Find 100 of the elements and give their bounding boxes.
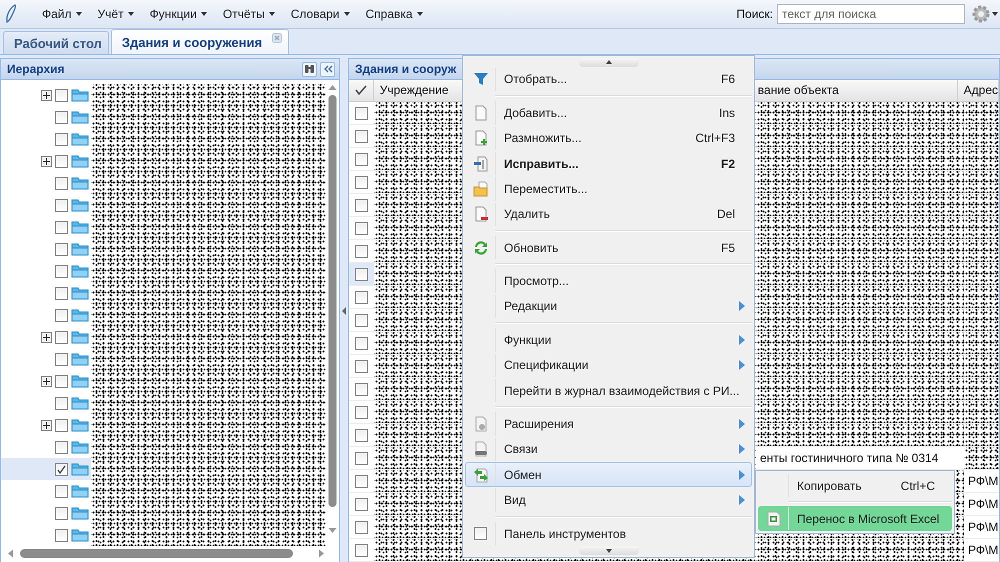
checkbox[interactable] bbox=[355, 498, 368, 510]
menu-item[interactable]: Перейти в журнал взаимодействия с РИ... bbox=[465, 378, 752, 404]
caret-icon bbox=[76, 12, 82, 16]
folder-icon bbox=[71, 506, 89, 520]
checkbox[interactable] bbox=[355, 106, 368, 120]
expand-icon[interactable] bbox=[41, 420, 52, 430]
menu-item[interactable]: Обмен bbox=[465, 462, 752, 488]
menu-item[interactable]: Перенос в Microsoft Excel bbox=[758, 506, 952, 531]
checkbox[interactable] bbox=[355, 130, 368, 142]
menu-item[interactable]: Добавить... Ins bbox=[465, 100, 752, 126]
checkbox[interactable] bbox=[355, 474, 368, 488]
checkbox[interactable] bbox=[55, 352, 68, 366]
menu-item[interactable]: Обновить F5 bbox=[465, 235, 752, 260]
binoculars-button[interactable] bbox=[302, 62, 317, 76]
checkbox[interactable] bbox=[355, 520, 368, 534]
menu-item[interactable]: Размножить... Ctrl+F3 bbox=[465, 126, 752, 151]
folder-icon bbox=[71, 264, 89, 278]
menu-button[interactable]: Файл bbox=[34, 3, 90, 25]
submenu-arrow-icon bbox=[739, 334, 745, 345]
checkbox[interactable] bbox=[55, 418, 68, 432]
checkbox[interactable] bbox=[55, 440, 68, 454]
checkbox[interactable] bbox=[55, 220, 68, 234]
menu-button[interactable]: Учёт bbox=[90, 3, 142, 25]
checkbox[interactable] bbox=[355, 176, 368, 188]
checkbox[interactable] bbox=[55, 528, 68, 542]
folder-icon bbox=[71, 308, 89, 322]
checkbox[interactable] bbox=[355, 152, 368, 166]
checkbox[interactable] bbox=[55, 242, 68, 256]
menu-item[interactable]: Спецификации bbox=[465, 352, 752, 378]
vertical-scrollbar[interactable] bbox=[327, 83, 338, 535]
tab[interactable]: Здания и сооружения bbox=[110, 29, 290, 54]
checkbox[interactable] bbox=[355, 336, 368, 350]
checkbox[interactable] bbox=[55, 484, 68, 498]
checkbox[interactable] bbox=[55, 176, 68, 190]
checkbox[interactable] bbox=[55, 396, 68, 410]
checkbox[interactable] bbox=[355, 198, 368, 212]
menu-item[interactable]: Редакции bbox=[465, 294, 752, 320]
checkbox[interactable] bbox=[55, 330, 68, 344]
panel-title: Иерархия bbox=[7, 62, 65, 76]
menu-item[interactable]: Вид bbox=[465, 487, 752, 513]
checkbox[interactable] bbox=[355, 360, 368, 372]
menu-item[interactable]: Панель инструментов bbox=[465, 520, 752, 546]
menu-item[interactable]: Расширения bbox=[465, 411, 752, 437]
checkbox[interactable] bbox=[355, 314, 368, 326]
checkbox[interactable] bbox=[355, 268, 368, 280]
menu-button[interactable]: Функции bbox=[142, 3, 215, 25]
checkbox[interactable] bbox=[474, 527, 487, 540]
checkbox[interactable] bbox=[355, 428, 368, 442]
checkbox[interactable] bbox=[355, 452, 368, 464]
close-icon[interactable] bbox=[272, 33, 282, 43]
folder-icon bbox=[71, 132, 89, 146]
checkbox[interactable] bbox=[355, 244, 368, 258]
expand-icon[interactable] bbox=[41, 90, 52, 100]
scroll-down-button[interactable] bbox=[578, 546, 638, 555]
checkbox[interactable] bbox=[55, 308, 68, 322]
checkbox[interactable] bbox=[55, 198, 68, 212]
checkbox[interactable] bbox=[55, 264, 68, 278]
checkbox[interactable] bbox=[355, 544, 368, 556]
checkbox[interactable] bbox=[55, 506, 68, 520]
scroll-up-button[interactable] bbox=[578, 58, 638, 67]
double-chevron-icon bbox=[322, 65, 332, 73]
menu-item[interactable]: Копировать Ctrl+C bbox=[758, 473, 952, 498]
settings-button[interactable] bbox=[971, 4, 998, 24]
folder-icon bbox=[71, 242, 89, 256]
checkbox[interactable] bbox=[55, 286, 68, 300]
menu-item[interactable]: Удалить Del bbox=[465, 202, 752, 228]
collapse-arrow-icon[interactable] bbox=[342, 306, 346, 314]
expand-icon[interactable] bbox=[41, 156, 52, 166]
menu-button[interactable]: Отчёты bbox=[214, 3, 283, 25]
menu-item[interactable]: Отобрать... F6 bbox=[465, 66, 752, 92]
menu-item[interactable]: Функции bbox=[465, 327, 752, 353]
menu-item[interactable]: Связи bbox=[465, 436, 752, 462]
menu-item[interactable]: Исправить... F2 bbox=[465, 150, 752, 176]
checkbox[interactable] bbox=[55, 132, 68, 146]
checkbox[interactable] bbox=[355, 382, 368, 396]
menu-button[interactable]: Справка bbox=[358, 3, 431, 25]
expand-icon[interactable] bbox=[41, 332, 52, 342]
check-all-icon[interactable] bbox=[354, 85, 367, 96]
link-document-icon bbox=[472, 441, 488, 458]
collapse-button[interactable] bbox=[320, 62, 335, 76]
caret-icon bbox=[200, 12, 207, 16]
column-header[interactable]: Адрес bbox=[958, 80, 999, 101]
folder-icon bbox=[71, 352, 89, 366]
checkbox[interactable] bbox=[55, 110, 68, 124]
checkbox[interactable] bbox=[55, 154, 68, 168]
tab[interactable]: Рабочий стол bbox=[3, 31, 109, 54]
submenu-arrow-icon bbox=[739, 301, 745, 312]
checkbox[interactable] bbox=[55, 462, 68, 476]
checkbox[interactable] bbox=[355, 406, 368, 418]
folder-icon bbox=[71, 286, 89, 300]
expand-icon[interactable] bbox=[41, 376, 52, 386]
search-field[interactable]: текст для поиска bbox=[777, 4, 965, 24]
checkbox[interactable] bbox=[55, 88, 68, 102]
row-selector[interactable] bbox=[349, 263, 374, 285]
menu-button[interactable]: Словари bbox=[282, 3, 358, 25]
menu-item[interactable]: Просмотр... bbox=[465, 268, 752, 294]
checkbox[interactable] bbox=[55, 374, 68, 388]
menu-item[interactable]: Переместить... bbox=[465, 176, 752, 202]
checkbox[interactable] bbox=[355, 222, 368, 234]
checkbox[interactable] bbox=[355, 290, 368, 304]
